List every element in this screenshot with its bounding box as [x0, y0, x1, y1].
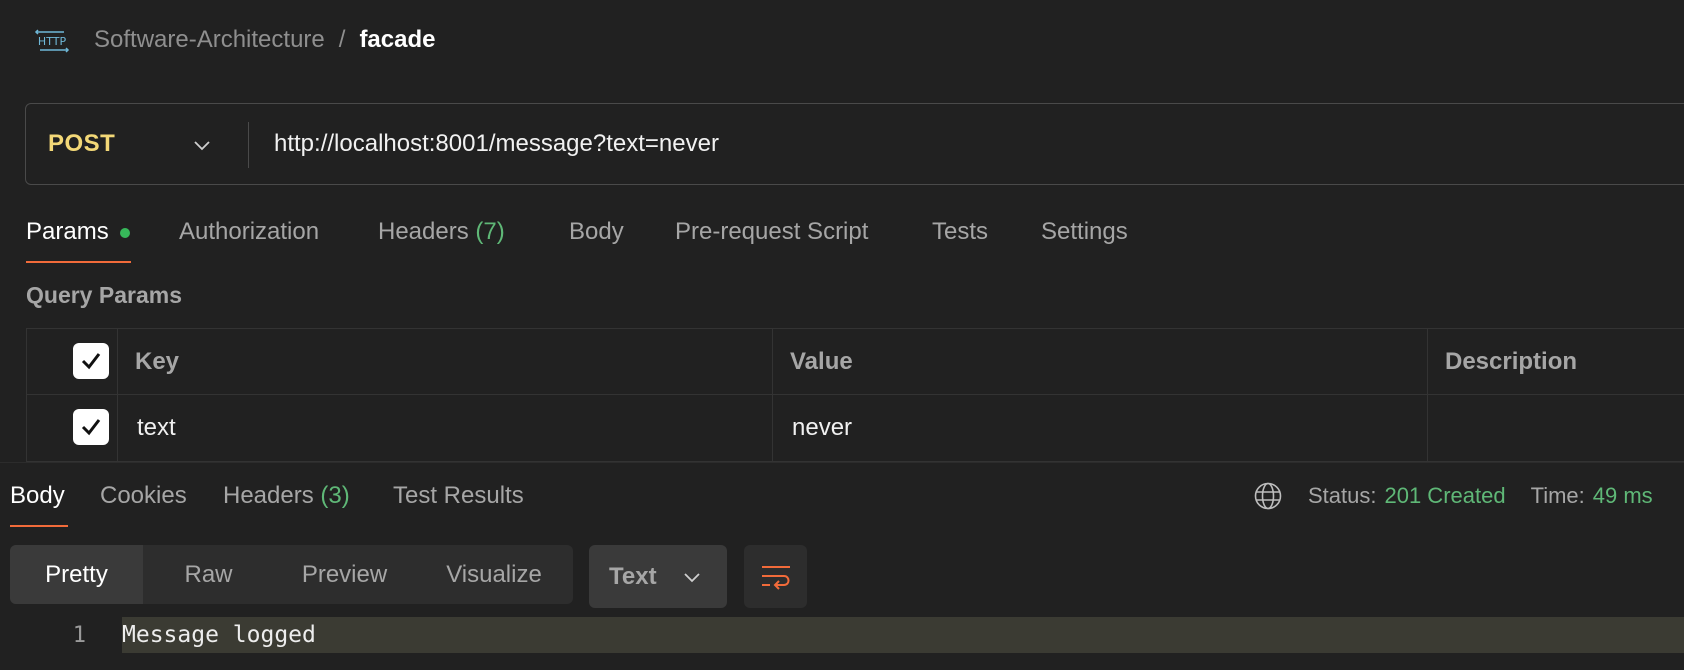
- response-tab-body[interactable]: Body: [10, 478, 65, 514]
- tab-authorization[interactable]: Authorization: [179, 214, 319, 250]
- view-mode-raw[interactable]: Raw: [143, 545, 274, 604]
- status-label: Status:: [1308, 483, 1377, 508]
- active-tab-underline: [26, 261, 131, 263]
- response-tab-headers[interactable]: Headers (3): [223, 478, 350, 514]
- checkmark-icon: [81, 353, 101, 370]
- view-mode-preview[interactable]: Preview: [274, 545, 415, 604]
- line-number: 1: [72, 623, 86, 648]
- breadcrumb-separator: /: [338, 26, 346, 53]
- response-tab-headers-label: Headers: [223, 482, 314, 509]
- active-response-tab-underline: [10, 525, 68, 527]
- tab-pre-request-script[interactable]: Pre-request Script: [675, 214, 868, 250]
- tab-params[interactable]: Params: [26, 214, 130, 250]
- time-value[interactable]: 49 ms: [1593, 483, 1653, 509]
- response-tab-test-results[interactable]: Test Results: [393, 478, 524, 514]
- url-bar: POST http://localhost:8001/message?text=…: [25, 103, 1684, 185]
- query-params-table: Key Value Description text never: [26, 328, 1684, 463]
- response-meta: Status: 201 Created Time: 49 ms: [1308, 478, 1653, 514]
- param-key[interactable]: text: [137, 395, 176, 461]
- tab-settings[interactable]: Settings: [1041, 214, 1128, 250]
- param-enabled-checkbox[interactable]: [73, 409, 109, 445]
- time-label: Time:: [1530, 483, 1585, 508]
- format-label: Text: [609, 562, 657, 590]
- params-active-dot: [120, 228, 130, 238]
- column-header-key: Key: [135, 348, 180, 375]
- chevron-down-icon: [684, 573, 700, 583]
- table-row: text never: [27, 395, 1684, 461]
- url-input[interactable]: http://localhost:8001/message?text=never: [274, 104, 719, 184]
- method-label: POST: [48, 130, 116, 157]
- breadcrumb: Software-Architecture / facade: [94, 24, 435, 56]
- response-tab-cookies[interactable]: Cookies: [100, 478, 187, 514]
- response-body-text: Message logged: [122, 622, 316, 648]
- view-mode-selector: Pretty Raw Preview Visualize: [10, 545, 573, 604]
- wrap-lines-button[interactable]: [744, 545, 807, 608]
- url-divider: [248, 122, 249, 168]
- globe-icon[interactable]: [1253, 481, 1283, 511]
- response-divider: [0, 462, 1684, 463]
- status-value[interactable]: 201 Created: [1384, 483, 1505, 509]
- table-header-row: Key Value Description: [27, 329, 1684, 395]
- select-all-checkbox[interactable]: [73, 343, 109, 379]
- tab-headers-label: Headers: [378, 218, 469, 245]
- wrap-lines-icon: [762, 566, 790, 590]
- format-select[interactable]: Text: [589, 545, 727, 608]
- tab-headers[interactable]: Headers (7): [378, 214, 505, 250]
- column-header-value: Value: [790, 348, 853, 375]
- checkmark-icon: [81, 419, 101, 436]
- breadcrumb-collection[interactable]: Software-Architecture: [94, 26, 325, 54]
- request-header: HTTP Software-Architecture / facade: [0, 0, 1684, 80]
- query-params-title: Query Params: [26, 282, 182, 308]
- svg-text:HTTP: HTTP: [38, 35, 67, 48]
- chevron-down-icon: [194, 141, 210, 151]
- param-description[interactable]: [1445, 395, 1684, 461]
- tab-params-label: Params: [26, 218, 109, 245]
- tab-headers-count: (7): [475, 218, 505, 245]
- breadcrumb-request-name[interactable]: facade: [359, 26, 435, 54]
- view-mode-visualize[interactable]: Visualize: [415, 545, 573, 604]
- column-header-description: Description: [1445, 348, 1578, 375]
- tab-tests[interactable]: Tests: [932, 214, 988, 250]
- response-body-line[interactable]: Message logged: [122, 617, 1684, 653]
- tab-body[interactable]: Body: [569, 214, 624, 250]
- view-mode-pretty[interactable]: Pretty: [10, 545, 143, 604]
- method-select[interactable]: POST: [26, 104, 248, 184]
- response-tab-headers-count: (3): [320, 482, 350, 509]
- param-value[interactable]: never: [792, 395, 852, 461]
- http-icon: HTTP: [34, 29, 70, 53]
